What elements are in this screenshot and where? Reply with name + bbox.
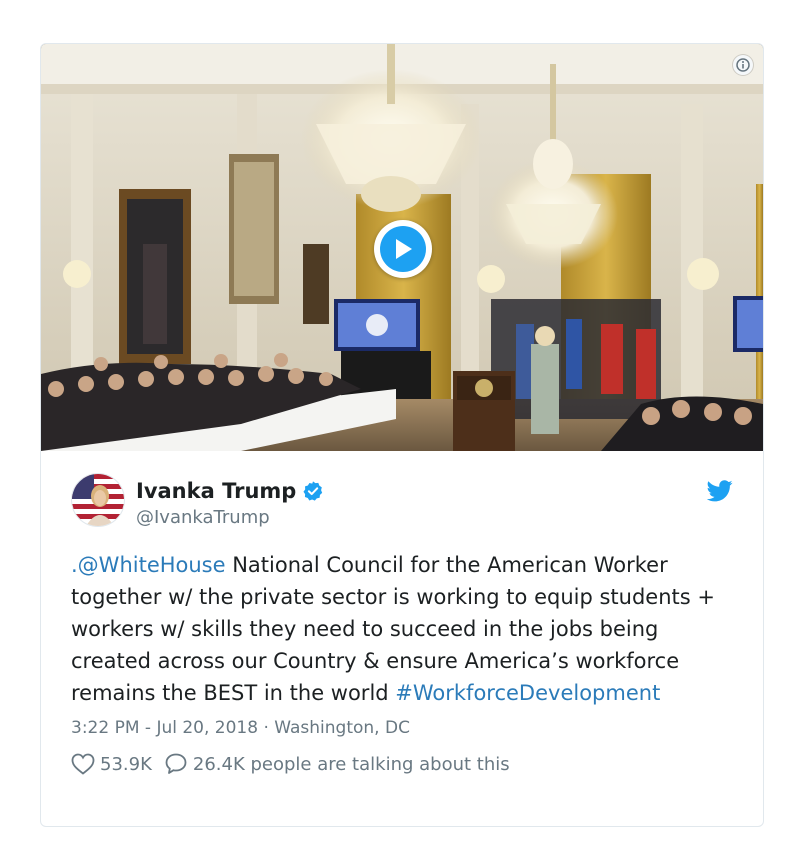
like-action[interactable]: 53.9K (71, 753, 152, 775)
like-count: 53.9K (100, 753, 152, 775)
talking-action[interactable]: 26.4K people are talking about this (164, 752, 510, 776)
mention-link[interactable]: .@WhiteHouse (71, 553, 226, 577)
timestamp-link[interactable]: 3:22 PM - Jul 20, 2018 (71, 718, 258, 738)
twitter-bird-icon[interactable] (707, 480, 733, 502)
tweet-actions: 53.9K 26.4K people are talking about thi… (71, 752, 733, 776)
info-circle-icon[interactable] (733, 55, 753, 75)
location-link[interactable]: Washington, DC (274, 718, 410, 738)
author-handle[interactable]: @IvankaTrump (136, 507, 270, 528)
author-avatar[interactable] (71, 473, 125, 527)
author-name[interactable]: Ivanka Trump (136, 479, 296, 503)
speech-bubble-icon (165, 753, 187, 774)
tweet-meta: 3:22 PM - Jul 20, 2018 · Washington, DC (71, 718, 733, 738)
play-icon (380, 226, 426, 272)
heart-icon (71, 753, 95, 775)
hashtag-link[interactable]: #WorkforceDevelopment (395, 681, 660, 705)
tweet-text: .@WhiteHouse National Council for the Am… (71, 549, 741, 709)
embedded-tweet-card: Ivanka Trump @IvankaTrump .@WhiteHouse N… (40, 43, 764, 827)
meta-separator: · (258, 718, 275, 738)
talking-count: 26.4K people are talking about this (192, 753, 510, 775)
video-thumbnail[interactable] (41, 44, 763, 451)
play-button[interactable] (374, 220, 432, 278)
verified-badge-icon (303, 481, 323, 501)
